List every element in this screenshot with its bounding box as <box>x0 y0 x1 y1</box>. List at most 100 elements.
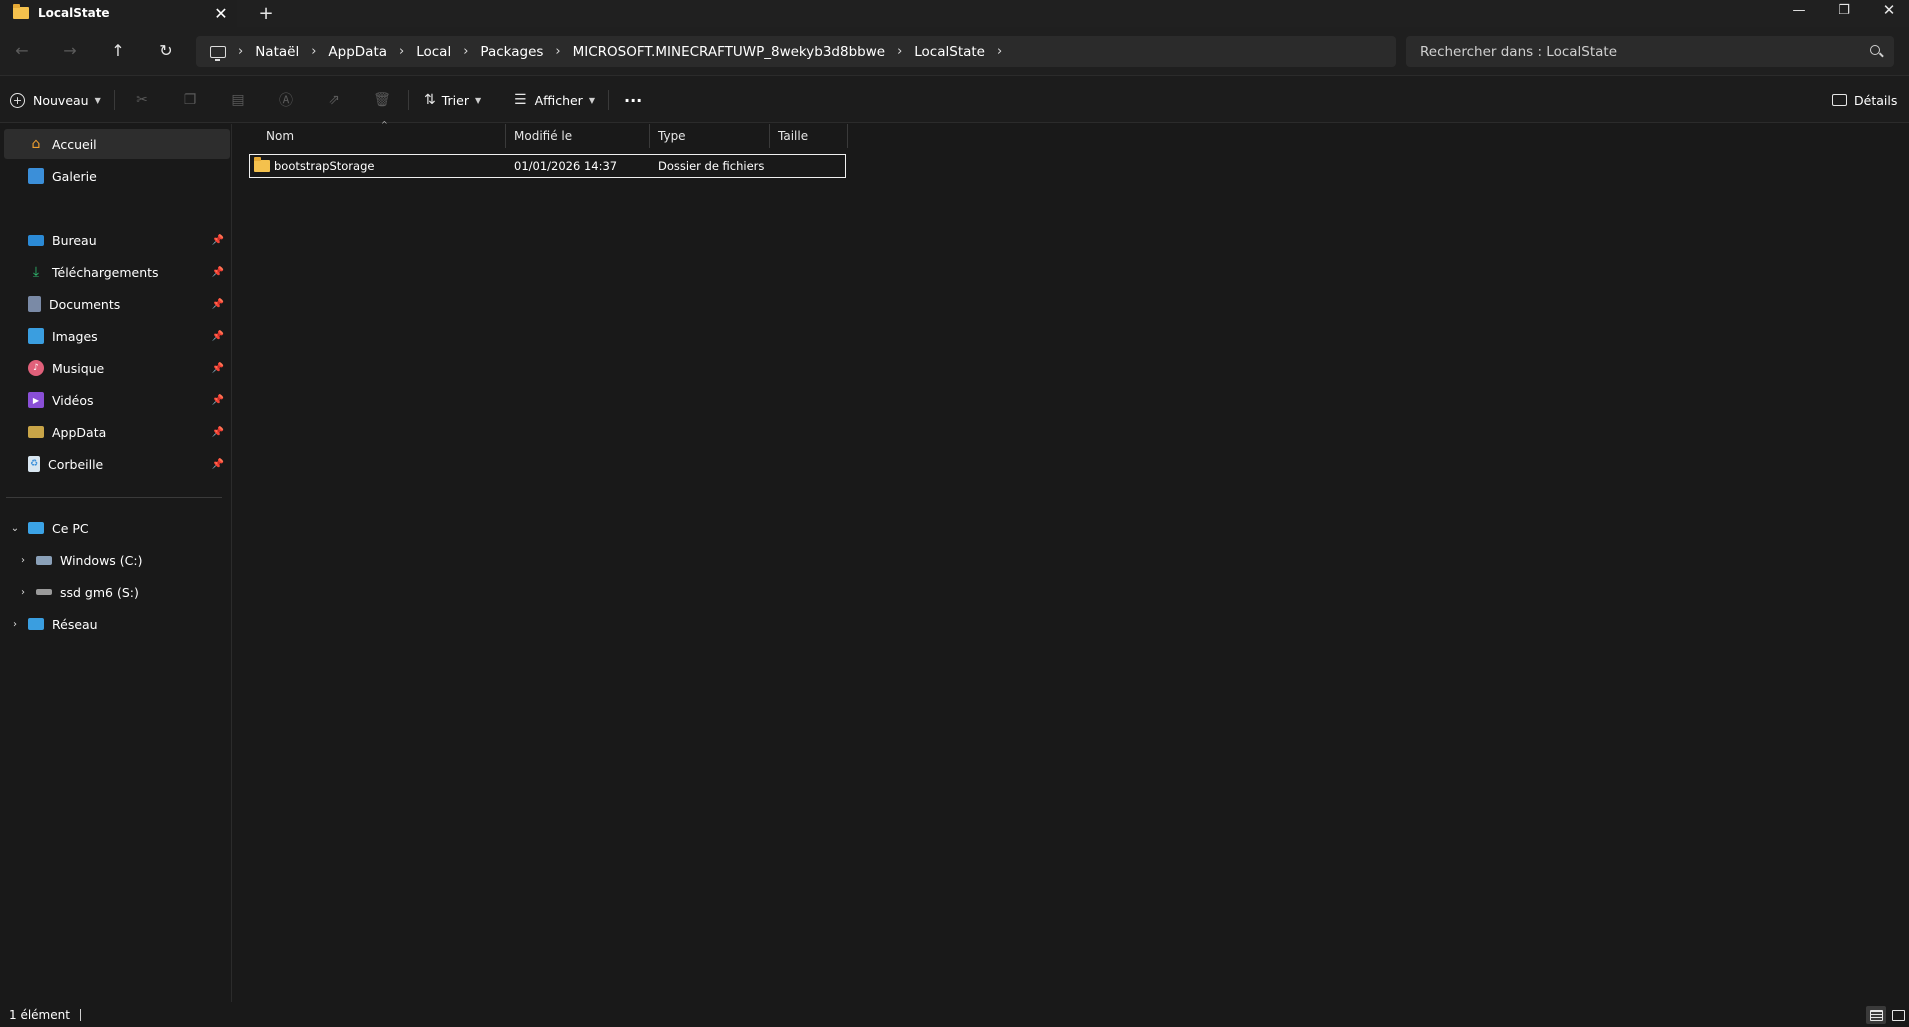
sidebar-item-appdata[interactable]: AppData 📌 <box>4 417 230 447</box>
pin-icon[interactable]: 📌 <box>212 267 224 278</box>
new-label: Nouveau <box>33 92 89 108</box>
pin-icon[interactable]: 📌 <box>212 363 224 374</box>
command-bar: + Nouveau ▼ ✂ ❐ ▤ Ⓐ ⇗ 🗑 ⇅ Trier ▼ ☰ Affi… <box>0 75 1909 123</box>
download-icon: ⤓ <box>32 264 40 280</box>
view-icon: ☰ <box>514 92 527 108</box>
column-header-name[interactable]: Nom <box>258 124 506 148</box>
chevron-right-icon[interactable]: › <box>8 619 22 630</box>
divider <box>408 90 409 110</box>
up-button[interactable]: ↑ <box>104 36 132 64</box>
tiles-view-button[interactable] <box>1888 1006 1908 1024</box>
close-tab-button[interactable]: ✕ <box>209 1 233 25</box>
sidebar-item-corbeille[interactable]: ♻ Corbeille 📌 <box>4 449 230 479</box>
chevron-right-icon[interactable]: › <box>238 44 243 59</box>
file-name: bootstrapStorage <box>274 159 375 173</box>
pin-icon[interactable]: 📌 <box>212 299 224 310</box>
pc-icon[interactable] <box>210 45 226 61</box>
chevron-right-icon[interactable]: › <box>399 44 404 59</box>
sidebar-item-label: Ce PC <box>52 520 89 536</box>
sidebar-item-ce-pc[interactable]: ⌄ Ce PC <box>4 513 230 543</box>
sidebar-item-documents[interactable]: Documents 📌 <box>4 289 230 319</box>
new-tab-button[interactable]: + <box>254 1 278 25</box>
folder-icon <box>28 426 44 438</box>
share-icon[interactable]: ⇗ <box>321 87 347 113</box>
chevron-right-icon[interactable]: › <box>897 44 902 59</box>
sidebar-item-musique[interactable]: ♪ Musique 📌 <box>4 353 230 383</box>
sidebar-item-label: Réseau <box>52 616 98 632</box>
breadcrumb-item[interactable]: MICROSOFT.MINECRAFTUWP_8wekyb3d8bbwe <box>573 44 885 60</box>
search-input[interactable]: Rechercher dans : LocalState <box>1406 36 1894 67</box>
chevron-right-icon[interactable]: › <box>463 44 468 59</box>
sidebar-item-accueil[interactable]: ⌂ Accueil <box>4 129 230 159</box>
drive-icon <box>36 555 52 565</box>
gallery-icon <box>28 168 44 184</box>
sidebar-item-images[interactable]: Images 📌 <box>4 321 230 351</box>
table-row[interactable]: bootstrapStorage 01/01/2026 14:37 Dossie… <box>249 154 846 178</box>
pin-icon[interactable]: 📌 <box>212 235 224 246</box>
column-header-type[interactable]: Type <box>650 124 770 148</box>
chevron-right-icon[interactable]: › <box>555 44 560 59</box>
breadcrumb-item[interactable]: Packages <box>480 44 543 60</box>
chevron-right-icon[interactable]: › <box>16 555 30 566</box>
sidebar-item-reseau[interactable]: › Réseau <box>4 609 230 639</box>
forward-button[interactable]: → <box>56 36 84 64</box>
sidebar-item-label: ssd gm6 (S:) <box>60 584 139 600</box>
sidebar-item-label: Vidéos <box>52 392 94 408</box>
sidebar-item-windows-c[interactable]: › Windows (C:) <box>4 545 230 575</box>
chevron-down-icon: ▼ <box>474 95 482 105</box>
details-button[interactable]: Détails <box>1832 86 1897 114</box>
more-options-button[interactable]: ··· <box>624 86 642 114</box>
recycle-bin-icon: ♻ <box>28 456 40 472</box>
pin-icon[interactable]: 📌 <box>212 459 224 470</box>
breadcrumb-item[interactable]: AppData <box>328 44 387 60</box>
home-icon: ⌂ <box>31 136 41 152</box>
new-button[interactable]: + Nouveau ▼ <box>10 86 101 114</box>
pc-icon <box>28 522 44 534</box>
sort-icon: ⇅ <box>424 92 436 108</box>
column-header-size[interactable]: Taille <box>770 124 848 148</box>
sidebar-item-ssd-gm6[interactable]: › ssd gm6 (S:) <box>4 577 230 607</box>
file-type: Dossier de fichiers <box>658 159 765 173</box>
view-button[interactable]: ☰ Afficher ▼ <box>514 86 595 114</box>
divider <box>79 1008 81 1021</box>
sort-button[interactable]: ⇅ Trier ▼ <box>424 86 481 114</box>
delete-icon[interactable]: 🗑 <box>369 87 395 113</box>
chevron-right-icon[interactable]: › <box>16 587 30 598</box>
chevron-right-icon[interactable]: › <box>997 44 1002 59</box>
paste-icon[interactable]: ▤ <box>225 87 251 113</box>
list-view-icon <box>1869 1009 1883 1021</box>
address-bar[interactable]: › Nataël › AppData › Local › Packages › … <box>196 36 1396 67</box>
tab-localstate[interactable]: LocalState ✕ <box>0 0 237 27</box>
refresh-button[interactable]: ↻ <box>152 36 180 64</box>
sidebar-item-videos[interactable]: ▶ Vidéos 📌 <box>4 385 230 415</box>
pin-icon[interactable]: 📌 <box>212 331 224 342</box>
pin-icon[interactable]: 📌 <box>212 395 224 406</box>
minimize-button[interactable]: — <box>1777 0 1821 20</box>
sidebar-item-telechargements[interactable]: ⤓ Téléchargements 📌 <box>4 257 230 287</box>
copy-icon[interactable]: ❐ <box>177 87 203 113</box>
divider <box>114 90 115 110</box>
column-header-modified[interactable]: Modifié le <box>506 124 650 148</box>
sidebar-item-galerie[interactable]: Galerie <box>4 161 230 191</box>
search-icon[interactable] <box>1870 45 1880 55</box>
file-list: ^ Nom Modifié le Type Taille bootstrapSt… <box>233 120 1909 1002</box>
close-window-button[interactable]: ✕ <box>1867 0 1909 20</box>
sidebar-item-label: Galerie <box>52 168 97 184</box>
chevron-right-icon[interactable]: › <box>311 44 316 59</box>
breadcrumb-item[interactable]: Nataël <box>255 44 299 60</box>
maximize-button[interactable]: ❐ <box>1822 0 1866 20</box>
cut-icon[interactable]: ✂ <box>129 87 155 113</box>
sidebar-item-label: Accueil <box>52 136 97 152</box>
back-button[interactable]: ← <box>8 36 36 64</box>
sidebar-item-label: Images <box>52 328 98 344</box>
sort-label: Trier <box>441 92 469 108</box>
sidebar-item-bureau[interactable]: Bureau 📌 <box>4 225 230 255</box>
divider <box>6 497 222 498</box>
breadcrumb-item[interactable]: Local <box>416 44 451 60</box>
breadcrumb-item[interactable]: LocalState <box>914 44 985 60</box>
details-view-button[interactable] <box>1866 1006 1886 1024</box>
chevron-down-icon[interactable]: ⌄ <box>8 523 22 534</box>
pin-icon[interactable]: 📌 <box>212 427 224 438</box>
rename-icon[interactable]: Ⓐ <box>273 87 299 113</box>
sidebar-item-label: Windows (C:) <box>60 552 143 568</box>
